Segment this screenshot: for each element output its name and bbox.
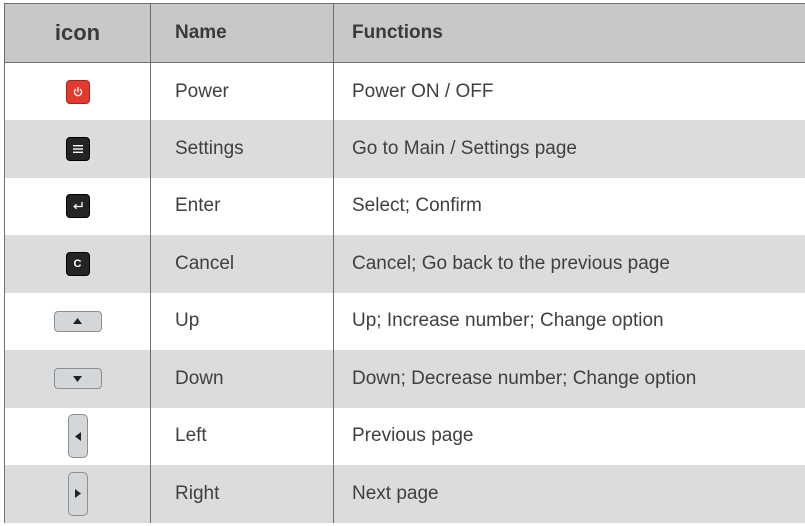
table-row: Right Next page — [4, 465, 805, 523]
row-name: Right — [150, 465, 334, 523]
icon-cell — [4, 120, 151, 178]
table-row: Power Power ON / OFF — [4, 62, 805, 120]
icon-cell — [4, 350, 151, 408]
icon-cell — [4, 177, 151, 235]
table-row: Down Down; Decrease number; Change optio… — [4, 350, 805, 408]
cancel-icon-letter: C — [73, 257, 82, 270]
row-name: Cancel — [150, 235, 334, 293]
table-row: Up Up; Increase number; Change option — [4, 292, 805, 350]
header-functions: Functions — [333, 3, 805, 63]
table-row: Settings Go to Main / Settings page — [4, 120, 805, 178]
table-row: Enter Select; Confirm — [4, 177, 805, 235]
row-function: Next page — [333, 465, 805, 523]
power-icon — [65, 79, 90, 104]
row-function: Cancel; Go back to the previous page — [333, 235, 805, 293]
header-icon: icon — [4, 3, 151, 63]
row-name: Settings — [150, 120, 334, 178]
row-function: Up; Increase number; Change option — [333, 292, 805, 350]
row-name: Up — [150, 292, 334, 350]
row-name: Down — [150, 350, 334, 408]
row-function: Go to Main / Settings page — [333, 120, 805, 178]
icon-cell — [4, 62, 151, 120]
row-name: Power — [150, 62, 334, 120]
table-row: C Cancel Cancel; Go back to the previous… — [4, 235, 805, 293]
table-row: Left Previous page — [4, 407, 805, 465]
row-function: Previous page — [333, 407, 805, 465]
icon-cell — [4, 465, 151, 523]
menu-icon — [65, 136, 90, 161]
icon-cell: C — [4, 235, 151, 293]
row-function: Down; Decrease number; Change option — [333, 350, 805, 408]
down-arrow-icon — [53, 368, 102, 390]
row-name: Enter — [150, 177, 334, 235]
enter-icon — [65, 194, 90, 219]
icon-cell — [4, 407, 151, 465]
icon-cell — [4, 292, 151, 350]
cancel-icon: C — [65, 251, 90, 276]
left-arrow-icon — [67, 414, 88, 459]
row-function: Power ON / OFF — [333, 62, 805, 120]
header-name: Name — [150, 3, 334, 63]
table-header-row: icon Name Functions — [4, 3, 805, 63]
right-arrow-icon — [67, 471, 88, 516]
up-arrow-icon — [53, 310, 102, 332]
row-function: Select; Confirm — [333, 177, 805, 235]
button-reference-table: icon Name Functions Power Power ON / OFF… — [4, 3, 805, 523]
row-name: Left — [150, 407, 334, 465]
